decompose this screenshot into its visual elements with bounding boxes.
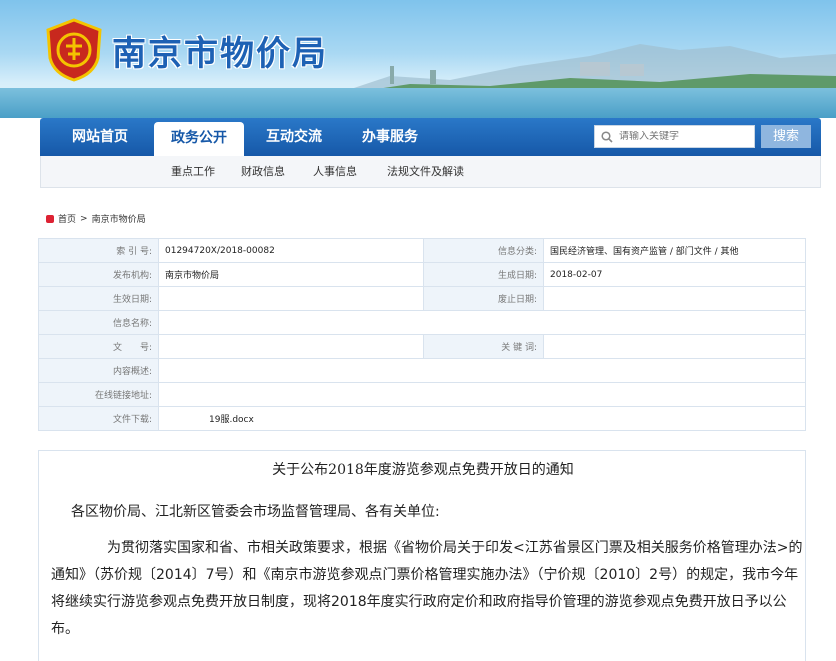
info-name-value (158, 310, 806, 335)
table-row: 信息名称: (38, 310, 806, 335)
summary-value (158, 358, 806, 383)
breadcrumb-current[interactable]: 南京市物价局 (92, 212, 146, 225)
online-link-label: 在线链接地址: (38, 382, 159, 407)
breadcrumb-separator: > (80, 213, 88, 224)
lake-water (0, 88, 836, 118)
article-paragraph: 为贯彻落实国家和省、市相关政策要求，根据《省物价局关于印发<江苏省景区门票及相关… (51, 535, 803, 643)
expiry-date-value (543, 286, 806, 311)
logo-emblem-icon (46, 18, 102, 82)
info-name-label: 信息名称: (38, 310, 159, 335)
header-banner: 南京市物价局 (0, 0, 836, 118)
keywords-label: 关 键 词: (423, 334, 544, 359)
subnav-item-regulations[interactable]: 法规文件及解读 (387, 163, 464, 179)
search-button[interactable]: 搜索 (761, 125, 811, 148)
subnav-item-personnel[interactable]: 人事信息 (313, 163, 357, 179)
doc-number-label: 文 号: (38, 334, 159, 359)
table-row: 生效日期: 废止日期: (38, 286, 806, 311)
table-row: 发布机构: 南京市物价局 生成日期: 2018-02-07 (38, 262, 806, 287)
scenery-illustration (330, 44, 836, 96)
main-nav: 网站首页 政务公开 互动交流 办事服务 搜索 (40, 118, 821, 156)
publisher-label: 发布机构: (38, 262, 159, 287)
subnav-item-key-work[interactable]: 重点工作 (171, 163, 215, 179)
file-download-label: 文件下载: (38, 406, 159, 431)
category-value: 国民经济管理、国有资产监管 / 部门文件 / 其他 (543, 238, 806, 263)
created-date-label: 生成日期: (423, 262, 544, 287)
article-salutation: 各区物价局、江北新区管委会市场监督管理局、各有关单位: (71, 504, 440, 520)
table-row: 内容概述: (38, 358, 806, 383)
file-download-link[interactable]: 19服.docx (158, 406, 806, 431)
index-value: 01294720X/2018-00082 (158, 238, 424, 263)
site-title: 南京市物价局 (112, 34, 328, 74)
search-input[interactable] (619, 131, 739, 142)
table-row: 索 引 号: 01294720X/2018-00082 信息分类: 国民经济管理… (38, 238, 806, 263)
article-paragraph-text: 为贯彻落实国家和省、市相关政策要求，根据《省物价局关于印发<江苏省景区门票及相关… (51, 540, 803, 637)
nav-item-gov-affairs[interactable]: 政务公开 (154, 122, 244, 156)
keywords-value (543, 334, 806, 359)
table-row: 文件下载: 19服.docx (38, 406, 806, 431)
search-box (594, 125, 755, 148)
nav-item-interaction[interactable]: 互动交流 (252, 118, 336, 156)
summary-label: 内容概述: (38, 358, 159, 383)
breadcrumb-marker-icon (46, 214, 54, 223)
sub-nav: 重点工作 财政信息 人事信息 法规文件及解读 (40, 156, 821, 188)
article-title: 关于公布2018年度游览参观点免费开放日的通知 (272, 462, 574, 478)
effective-date-value (158, 286, 424, 311)
nav-item-services[interactable]: 办事服务 (348, 118, 432, 156)
search-icon (601, 130, 613, 143)
article-body: 关于公布2018年度游览参观点免费开放日的通知 各区物价局、江北新区管委会市场监… (38, 450, 806, 661)
subnav-item-finance[interactable]: 财政信息 (241, 163, 285, 179)
online-link-value (158, 382, 806, 407)
table-row: 文 号: 关 键 词: (38, 334, 806, 359)
nav-item-home[interactable]: 网站首页 (58, 118, 142, 156)
publisher-value: 南京市物价局 (158, 262, 424, 287)
breadcrumb: 首页 > 南京市物价局 (46, 212, 146, 225)
document-info-table: 索 引 号: 01294720X/2018-00082 信息分类: 国民经济管理… (38, 238, 806, 431)
index-label: 索 引 号: (38, 238, 159, 263)
doc-number-value (158, 334, 424, 359)
category-label: 信息分类: (423, 238, 544, 263)
effective-date-label: 生效日期: (38, 286, 159, 311)
breadcrumb-home[interactable]: 首页 (58, 212, 76, 225)
created-date-value: 2018-02-07 (543, 262, 806, 287)
expiry-date-label: 废止日期: (423, 286, 544, 311)
table-row: 在线链接地址: (38, 382, 806, 407)
